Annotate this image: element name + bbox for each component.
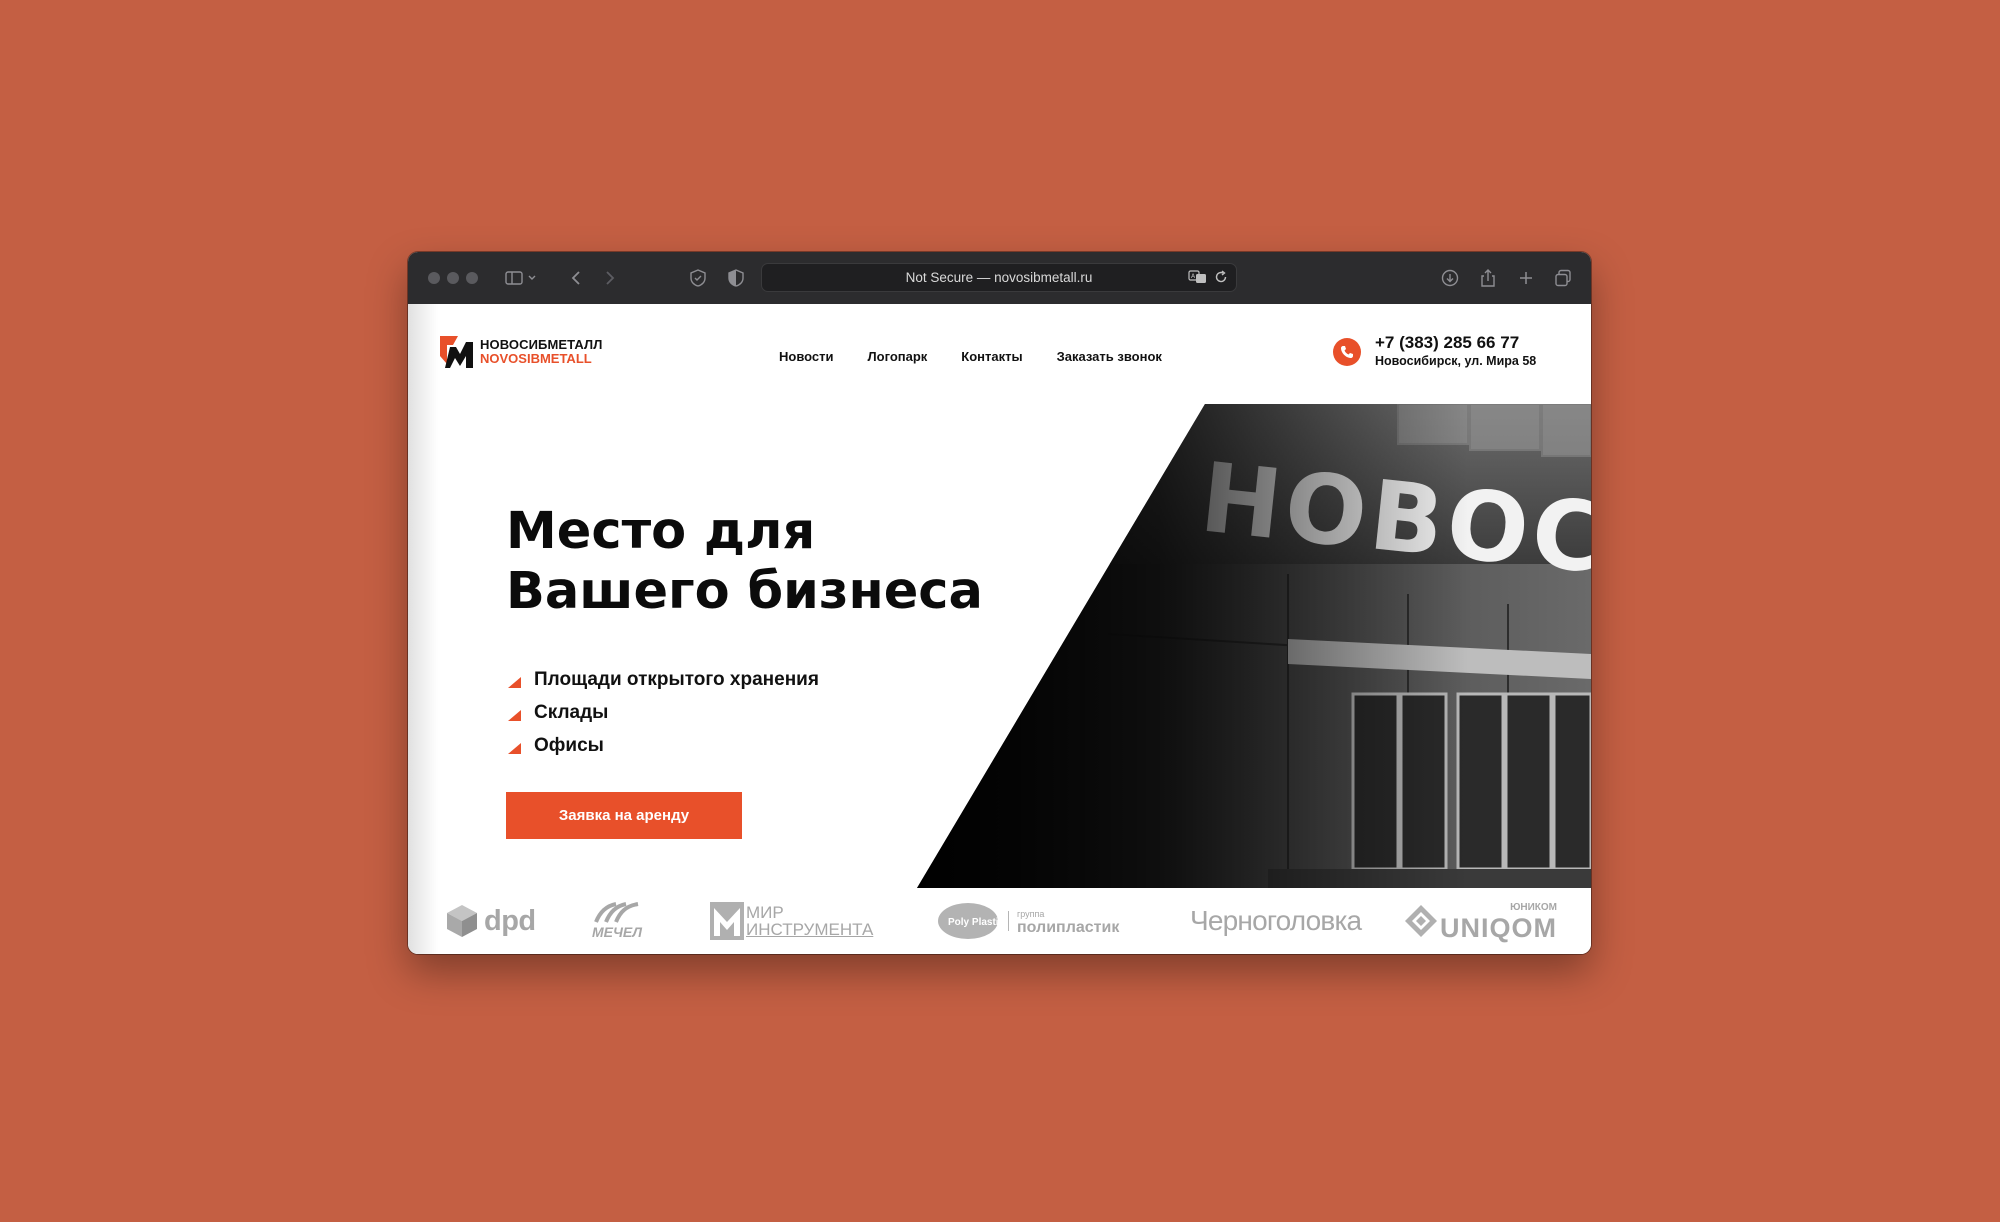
partner-name-line2: ИНСТРУМЕНТА <box>746 920 874 939</box>
partner-logo-dpd[interactable]: dpd <box>446 888 536 954</box>
main-nav: Новости Логопарк Контакты Заказать звоно… <box>779 349 1162 364</box>
back-arrow-icon[interactable] <box>568 266 584 290</box>
orange-triangle-bullet-icon <box>508 710 521 721</box>
forward-arrow-icon[interactable] <box>602 266 618 290</box>
reload-icon[interactable] <box>1214 269 1228 289</box>
chevron-down-icon[interactable] <box>526 266 538 290</box>
new-tab-plus-icon[interactable] <box>1516 266 1536 290</box>
partner-small-text: ЮНИКОМ <box>1510 901 1557 913</box>
nav-item-news[interactable]: Новости <box>779 349 834 364</box>
partner-name: полипластик <box>1017 919 1120 936</box>
partner-logo-chernogolovka[interactable]: Черноголовка <box>1190 888 1362 954</box>
partner-name-line1: МИР <box>746 903 784 922</box>
url-text: Not Secure — novosibmetall.ru <box>905 270 1093 285</box>
list-item: Площади открытого хранения <box>508 663 819 696</box>
nav-item-order-call[interactable]: Заказать звонок <box>1057 349 1162 364</box>
feature-open-storage: Площади открытого хранения <box>534 668 819 690</box>
address-text: Новосибирск, ул. Мира 58 <box>1375 354 1537 368</box>
polyplastic-oval-icon: Poly Plastic <box>938 903 1000 939</box>
hero-title: Место для Вашего бизнеса <box>506 502 983 622</box>
nav-item-logopark[interactable]: Логопарк <box>868 349 928 364</box>
close-window-button[interactable] <box>428 272 440 284</box>
partner-name: МЕЧЕЛ <box>592 924 643 940</box>
sidebar-toggle-icon[interactable] <box>504 266 524 290</box>
shield-half-icon[interactable] <box>726 266 746 290</box>
feature-offices: Офисы <box>534 734 604 756</box>
hero-title-line1: Место для <box>506 502 816 561</box>
hero-title-line2: Вашего бизнеса <box>506 562 983 621</box>
phone-icon[interactable] <box>1333 338 1361 366</box>
partner-logo-mechel[interactable]: МЕЧЕЛ <box>592 888 642 954</box>
rent-request-button[interactable]: Заявка на аренду <box>506 792 742 839</box>
svg-text:A: A <box>1191 273 1196 280</box>
logo-name-en: NOVOSIBMETALL <box>480 351 592 366</box>
feature-warehouses: Склады <box>534 701 609 723</box>
tab-overview-icon[interactable] <box>1552 266 1574 290</box>
partner-name: Черноголовка <box>1190 905 1362 936</box>
minimize-window-button[interactable] <box>447 272 459 284</box>
nav-item-contacts[interactable]: Контакты <box>961 349 1022 364</box>
partner-name: UNIQOM <box>1440 912 1557 943</box>
privacy-shield-check-icon[interactable] <box>688 266 708 290</box>
web-page: НОВОСИБМЕТАЛЛ NOVOSIBMETALL Новости Лого… <box>408 304 1591 954</box>
novosibmetall-logo-icon <box>440 336 473 368</box>
logo-name-ru: НОВОСИБМЕТАЛЛ <box>480 337 603 352</box>
mechel-stripes-icon <box>594 902 639 923</box>
orange-triangle-bullet-icon <box>508 743 521 754</box>
uniqom-diamond-icon <box>1405 905 1437 937</box>
feature-list: Площади открытого хранения Склады Офисы <box>508 663 819 762</box>
address-bar[interactable]: Not Secure — novosibmetall.ru A <box>761 263 1237 292</box>
list-item: Склады <box>508 696 819 729</box>
translate-icon[interactable]: A <box>1188 269 1208 289</box>
partner-logo-mir-instrumenta[interactable]: МИР ИНСТРУМЕНТА <box>710 888 873 954</box>
orange-triangle-bullet-icon <box>508 677 521 688</box>
share-icon[interactable] <box>1478 266 1498 290</box>
partner-logos: dpd МЕЧЕЛ МИР ИНСТРУМЕНТА Poly Plastic г… <box>408 888 1591 954</box>
browser-window: Not Secure — novosibmetall.ru A НОВОСИБМ… <box>408 252 1591 954</box>
header-contact: +7 (383) 285 66 77 Новосибирск, ул. Мира… <box>1333 334 1536 370</box>
phone-number[interactable]: +7 (383) 285 66 77 <box>1375 334 1536 352</box>
partner-name: dpd <box>484 904 536 937</box>
partner-badge: Poly Plastic <box>948 917 1000 928</box>
site-logo[interactable]: НОВОСИБМЕТАЛЛ NOVOSIBMETALL <box>440 336 602 368</box>
mir-instrumenta-icon <box>710 902 744 940</box>
partner-logo-poliplastik[interactable]: Poly Plastic группа полипластик <box>936 888 1119 954</box>
list-item: Офисы <box>508 729 819 762</box>
partner-logo-uniqom[interactable]: ЮНИКОМ UNIQOM <box>1404 888 1557 954</box>
dpd-cube-icon <box>447 905 477 937</box>
zoom-window-button[interactable] <box>466 272 478 284</box>
downloads-icon[interactable] <box>1440 266 1460 290</box>
browser-toolbar: Not Secure — novosibmetall.ru A <box>408 252 1591 305</box>
page-edge-shadow <box>408 304 438 954</box>
